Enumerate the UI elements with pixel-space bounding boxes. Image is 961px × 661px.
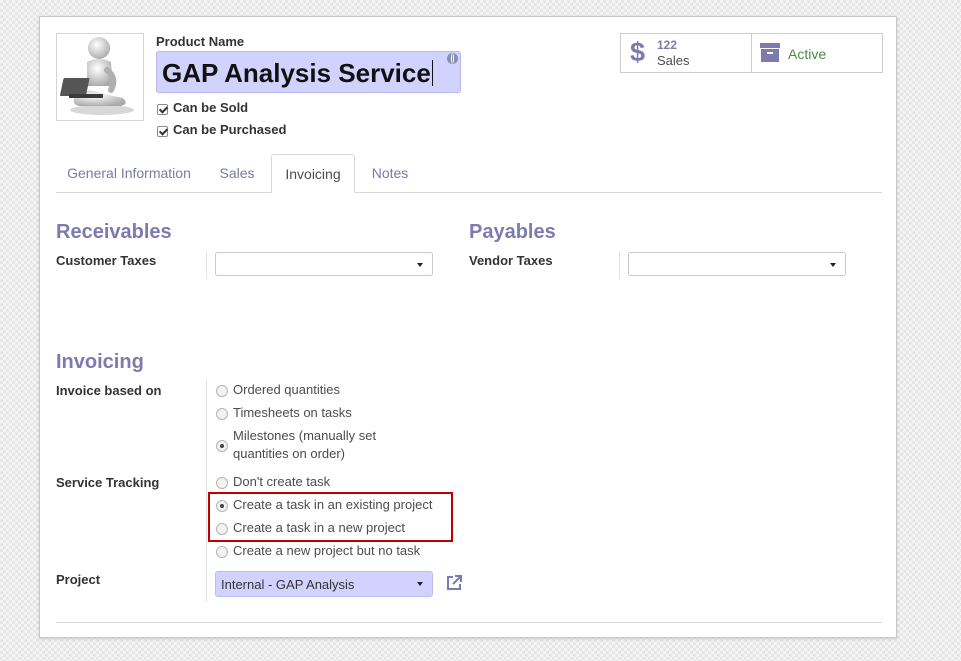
chevron-down-icon [830,263,836,267]
option-project-no-task: Create a new project but no task [233,543,421,558]
tab-general-information[interactable]: General Information [57,154,201,193]
annotation-highlight-box [208,492,453,542]
chevron-down-icon [417,582,423,586]
radio-ordered-quantities[interactable] [216,385,228,397]
radio-timesheets-on-tasks[interactable] [216,408,228,420]
dollar-icon: $ [630,37,646,67]
option-milestones: Milestones (manually set quantities on o… [233,428,377,461]
field-separator [206,380,207,602]
payables-title: Payables [469,221,556,243]
product-name-value: GAP Analysis Service [162,58,431,88]
text-cursor [431,60,433,86]
field-separator [206,251,207,279]
radio-milestones[interactable] [216,440,228,452]
vendor-taxes-label: Vendor Taxes [469,253,553,268]
person-with-laptop-icon [60,37,134,115]
can-be-sold-checkbox[interactable] [157,104,168,115]
product-name-label: Product Name [156,34,245,49]
sales-label: Sales [657,53,690,68]
product-name-input[interactable]: GAP Analysis Service [156,51,461,93]
customer-taxes-select[interactable] [215,252,433,276]
can-be-purchased-label: Can be Purchased [173,122,287,137]
project-value: Internal - GAP Analysis [221,577,355,592]
service-tracking-label: Service Tracking [56,475,160,490]
project-label: Project [56,572,101,587]
project-select[interactable]: Internal - GAP Analysis [215,571,433,597]
active-label: Active [788,46,827,62]
tab-notes[interactable]: Notes [357,154,423,193]
tab-sales[interactable]: Sales [205,154,269,193]
field-separator [619,251,620,279]
option-dont-create-task: Don't create task [233,474,331,489]
form-bottom-divider [56,622,882,623]
radio-project-no-task[interactable] [216,546,228,558]
invoicing-title: Invoicing [56,351,144,373]
archive-icon [760,43,780,63]
can-be-sold-label: Can be Sold [173,100,249,115]
translate-globe-icon[interactable] [447,53,458,64]
chevron-down-icon [417,263,423,267]
vendor-taxes-select[interactable] [628,252,846,276]
can-be-purchased-checkbox[interactable] [157,126,168,137]
option-timesheets-on-tasks: Timesheets on tasks [233,405,352,420]
customer-taxes-label: Customer Taxes [56,253,157,268]
invoice-based-on-label: Invoice based on [56,383,162,398]
tab-invoicing[interactable]: Invoicing [271,154,355,193]
sales-count: 122 [657,38,678,52]
product-image[interactable] [56,33,144,121]
product-form-sheet: Product Name GAP Analysis Service Can be… [39,16,897,638]
option-ordered-quantities: Ordered quantities [233,382,340,397]
radio-dont-create-task[interactable] [216,477,228,489]
external-link-icon[interactable] [444,573,464,593]
receivables-title: Receivables [56,221,172,243]
